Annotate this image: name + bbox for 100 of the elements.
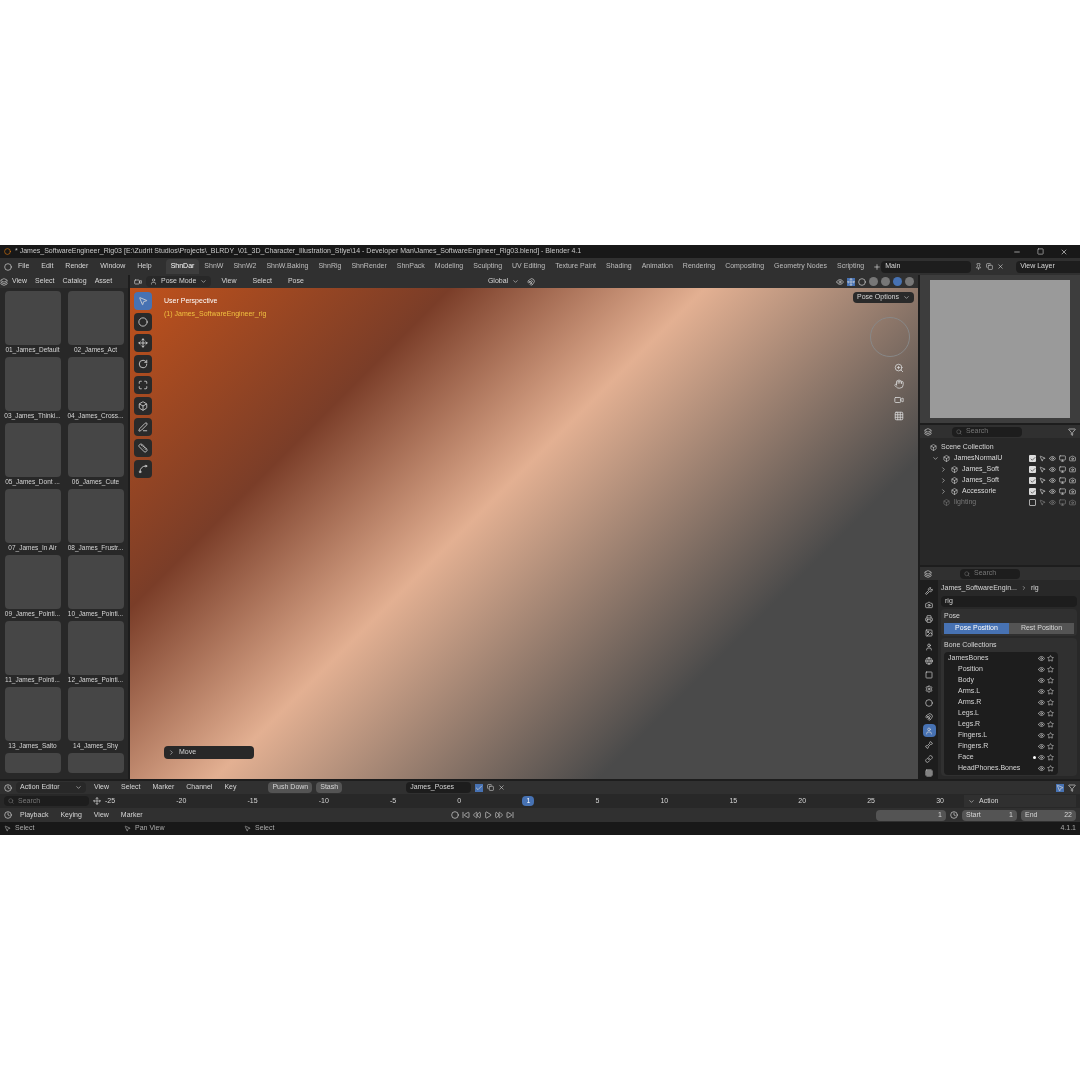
search-icon xyxy=(956,428,962,435)
fast-forward-icon[interactable] xyxy=(494,811,503,819)
clock-icon[interactable] xyxy=(950,811,958,819)
jump-end-icon[interactable] xyxy=(505,811,514,819)
add-icon[interactable] xyxy=(873,262,882,271)
collection-icon xyxy=(951,466,958,473)
magnet-icon[interactable] xyxy=(527,277,536,286)
zoom-icon[interactable] xyxy=(894,363,904,373)
mouse-icon xyxy=(244,825,251,832)
magnet-icon[interactable] xyxy=(922,710,936,723)
caret-icon xyxy=(200,278,208,285)
properties-icon[interactable] xyxy=(924,569,932,578)
star-icon[interactable] xyxy=(1047,698,1054,706)
measure-tool-icon[interactable] xyxy=(134,439,152,457)
caret-icon xyxy=(903,294,910,301)
star-icon[interactable] xyxy=(1047,742,1054,750)
pose-thumbnail[interactable] xyxy=(4,357,61,411)
star-icon[interactable] xyxy=(1047,676,1054,684)
search-icon xyxy=(8,798,14,804)
chevron-right-icon xyxy=(1020,585,1027,592)
pose-thumbnail[interactable] xyxy=(4,489,61,543)
pose-thumbnail[interactable] xyxy=(67,423,124,477)
chevron-down-icon[interactable] xyxy=(932,455,939,462)
camera-icon[interactable] xyxy=(894,395,904,405)
select-tool-icon[interactable] xyxy=(134,292,152,310)
move-tool-icon[interactable] xyxy=(134,334,152,352)
checkbox[interactable] xyxy=(1029,466,1036,473)
bone-icon[interactable] xyxy=(922,738,936,751)
star-icon[interactable] xyxy=(1047,709,1054,717)
link-icon[interactable] xyxy=(922,752,936,765)
square-icon[interactable] xyxy=(922,668,936,681)
rotate-tool-icon[interactable] xyxy=(134,355,152,373)
pose-thumbnail[interactable] xyxy=(4,555,61,609)
gear-icon[interactable] xyxy=(922,682,936,695)
resize-icon[interactable] xyxy=(93,797,101,805)
checkbox[interactable] xyxy=(1029,477,1036,484)
pose-thumbnail[interactable] xyxy=(67,489,124,543)
pose-thumbnail[interactable] xyxy=(67,357,124,411)
collection-icon xyxy=(943,455,950,462)
caret-icon xyxy=(75,784,82,791)
caret-icon xyxy=(512,278,520,285)
hand-icon[interactable] xyxy=(894,379,904,389)
pose-thumbnail[interactable] xyxy=(67,555,124,609)
star-icon[interactable] xyxy=(1047,720,1054,728)
filter-icon[interactable] xyxy=(1068,783,1076,792)
curve-tool-icon[interactable] xyxy=(134,460,152,478)
search-icon xyxy=(964,570,970,577)
cursor-tool-icon[interactable] xyxy=(134,313,152,331)
chevron-down-icon xyxy=(968,797,975,805)
collection-icon xyxy=(951,477,958,484)
pose-thumbnail[interactable] xyxy=(67,621,124,675)
shading-mode-button[interactable] xyxy=(881,277,890,286)
checkbox[interactable] xyxy=(1029,455,1036,462)
checkbox[interactable] xyxy=(1029,488,1036,495)
copy-icon[interactable] xyxy=(487,784,495,791)
star-icon[interactable] xyxy=(1047,654,1054,662)
pin-icon[interactable] xyxy=(975,263,983,270)
circle-icon[interactable] xyxy=(922,696,936,709)
outliner-icon[interactable] xyxy=(924,427,932,436)
printer-icon[interactable] xyxy=(922,612,936,625)
pose-thumbnail[interactable] xyxy=(4,291,61,345)
jump-start-icon[interactable] xyxy=(461,811,470,819)
pose-thumbnail[interactable] xyxy=(4,687,61,741)
close-icon[interactable] xyxy=(997,263,1005,270)
asset-editor-icon[interactable] xyxy=(0,277,8,286)
star-icon[interactable] xyxy=(1047,731,1054,739)
star-icon[interactable] xyxy=(1047,665,1054,673)
pose-thumbnail[interactable] xyxy=(67,687,124,741)
star-icon[interactable] xyxy=(1047,753,1054,761)
shading-mode-button[interactable] xyxy=(869,277,878,286)
scale-tool-icon[interactable] xyxy=(134,376,152,394)
close-icon[interactable] xyxy=(1060,247,1068,256)
maximize-icon[interactable] xyxy=(1037,247,1044,255)
close-icon[interactable] xyxy=(498,784,506,791)
play-icon[interactable] xyxy=(483,811,492,819)
pose-thumbnail[interactable] xyxy=(4,621,61,675)
pose-icon xyxy=(150,278,157,285)
image-icon[interactable] xyxy=(922,626,936,639)
pose-thumbnail[interactable] xyxy=(4,423,61,477)
armature-icon[interactable] xyxy=(922,724,936,737)
pose-thumbnail[interactable] xyxy=(4,753,61,773)
star-icon[interactable] xyxy=(1047,764,1054,772)
wrench-icon[interactable] xyxy=(922,584,936,597)
chevron-right-icon xyxy=(168,749,175,756)
pose-thumbnail[interactable] xyxy=(67,291,124,345)
transform-tool-icon[interactable] xyxy=(134,397,152,415)
copy-icon[interactable] xyxy=(986,263,994,270)
annotate-tool-icon[interactable] xyxy=(134,418,152,436)
shading-mode-button[interactable] xyxy=(905,277,914,286)
collection-icon xyxy=(951,488,958,495)
star-icon[interactable] xyxy=(1047,687,1054,695)
mouse-icon xyxy=(124,825,131,832)
shading-mode-button[interactable] xyxy=(893,277,902,286)
record-icon[interactable] xyxy=(450,811,459,819)
filter-icon[interactable] xyxy=(1068,427,1076,436)
rewind-icon[interactable] xyxy=(472,811,481,819)
collection-icon xyxy=(930,444,937,451)
globe-icon[interactable] xyxy=(922,654,936,667)
pose-thumbnail[interactable] xyxy=(67,753,124,773)
collection-icon xyxy=(943,499,950,506)
